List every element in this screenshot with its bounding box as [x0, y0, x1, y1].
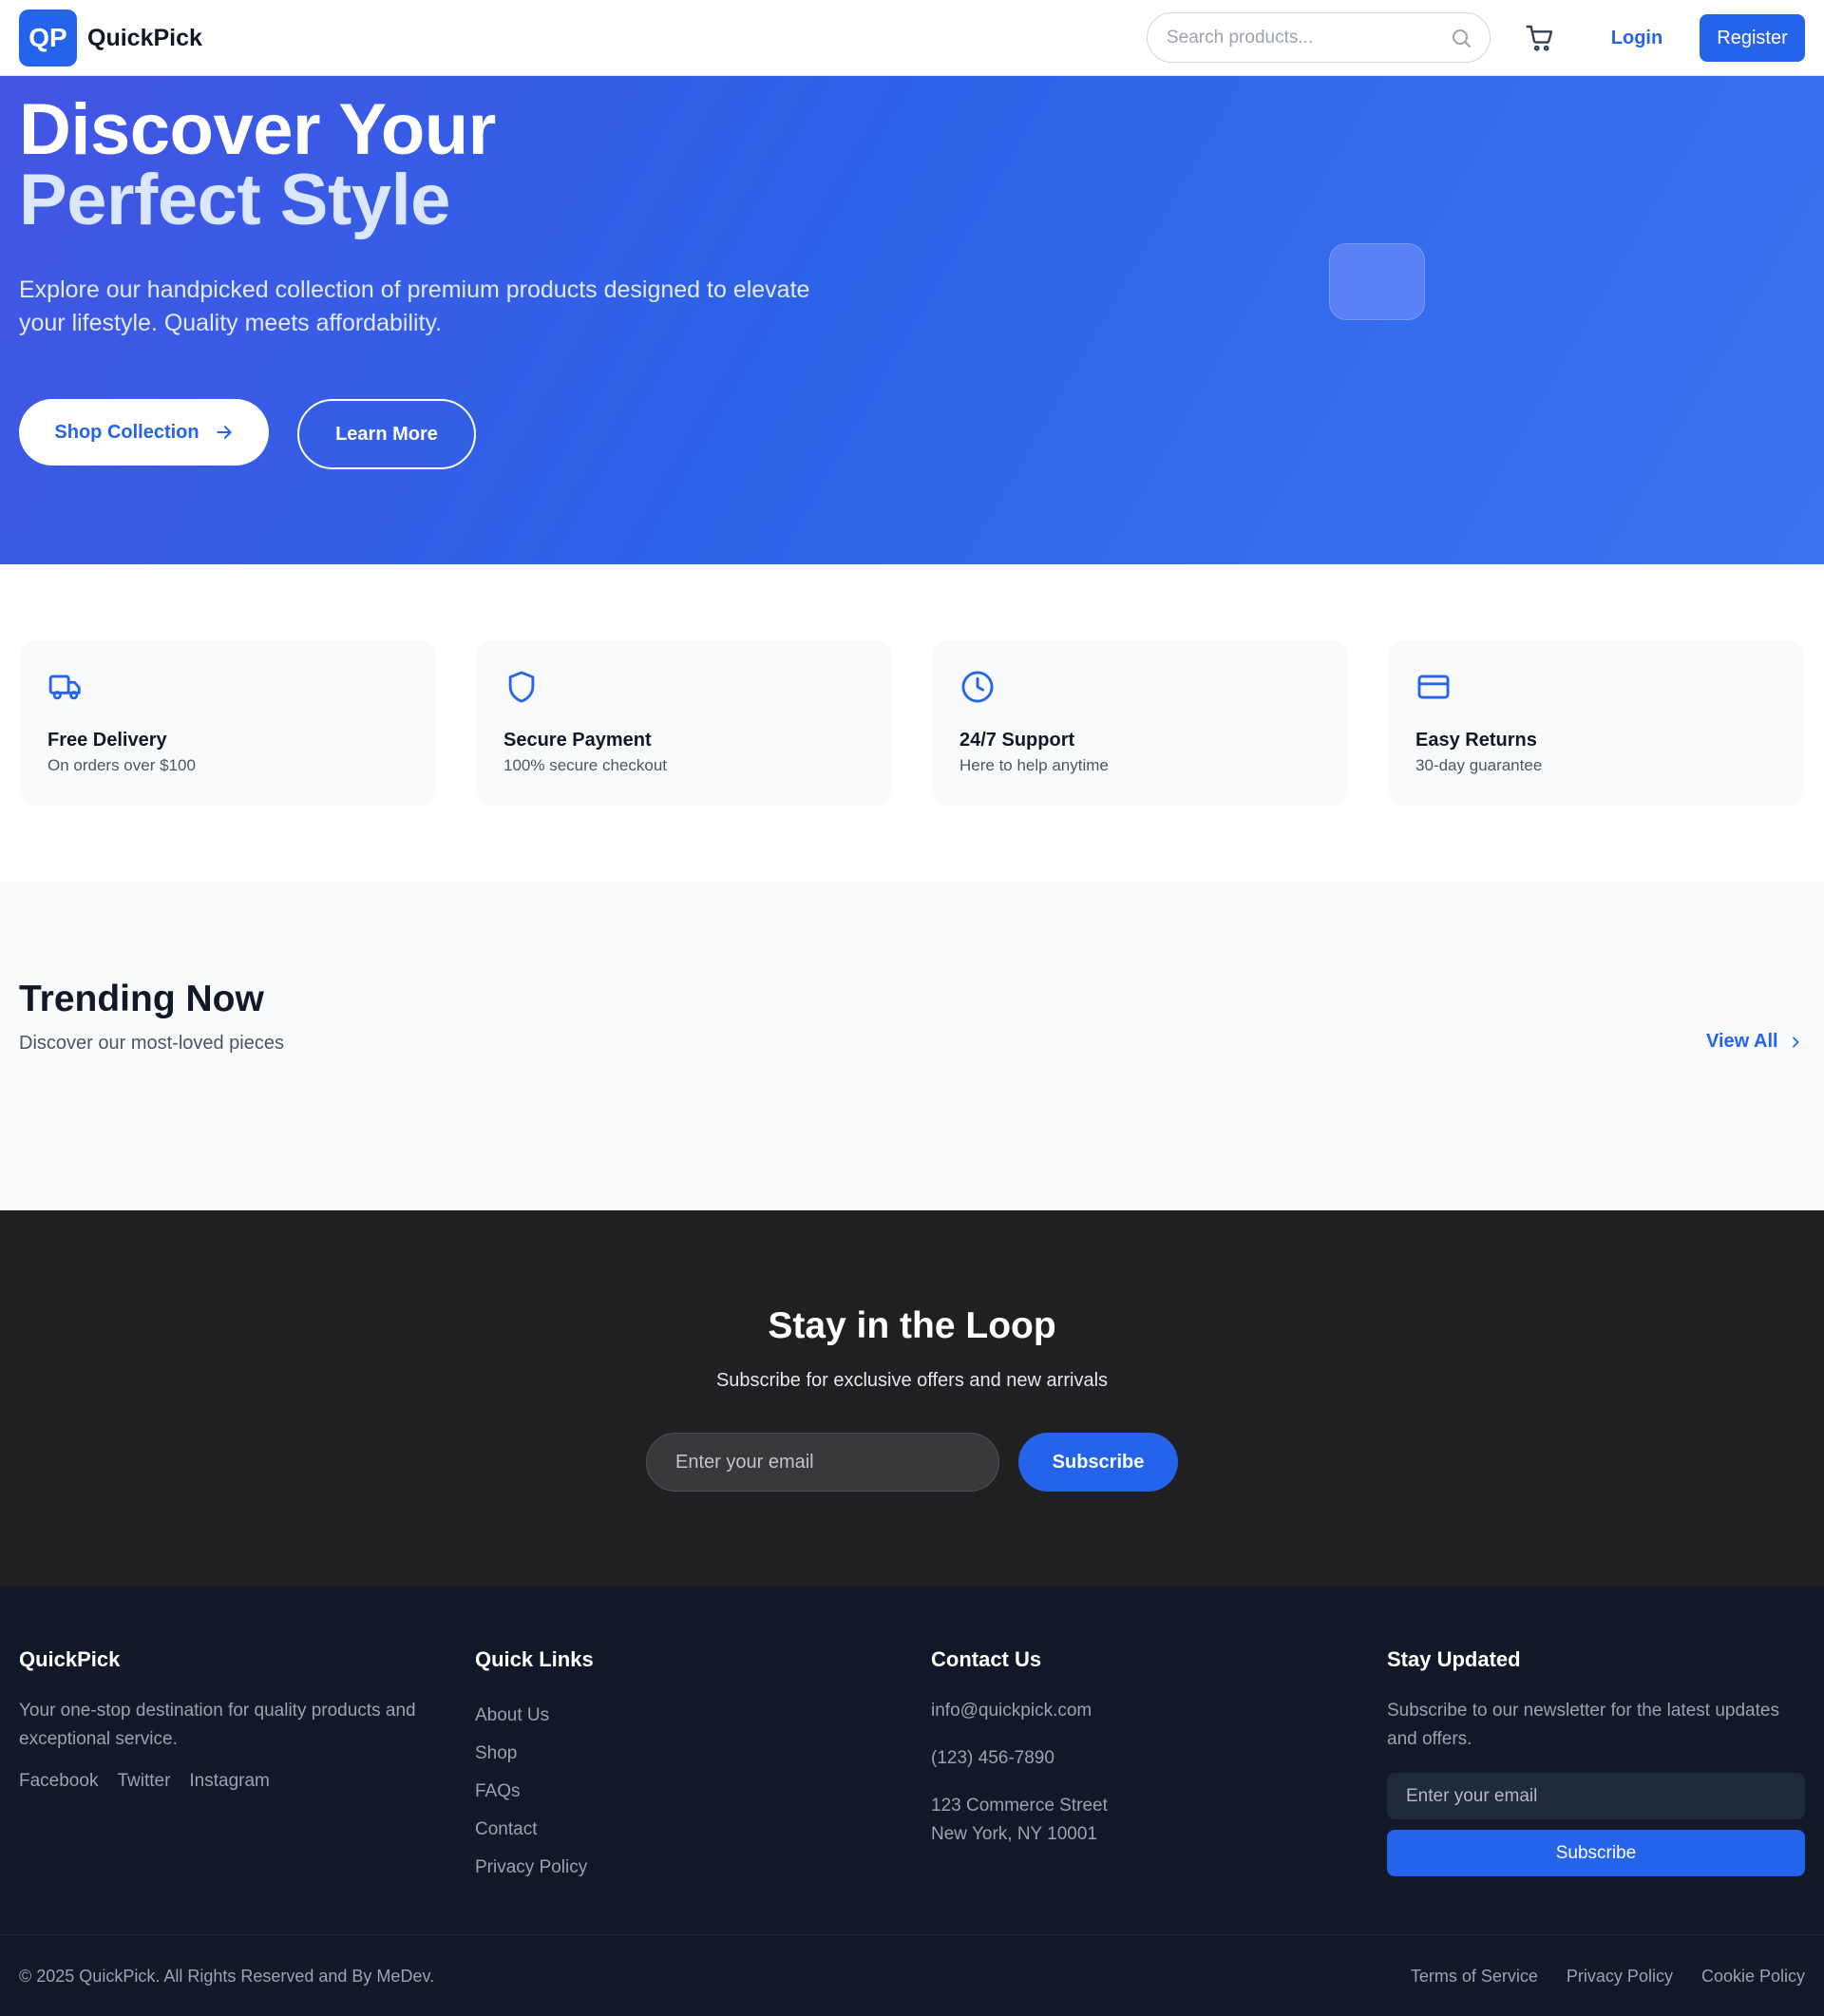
shop-collection-button[interactable]: Shop Collection — [19, 399, 269, 466]
register-button[interactable]: Register — [1700, 14, 1805, 62]
footer-updates-description: Subscribe to our newsletter for the late… — [1387, 1701, 1779, 1749]
feature-card-returns: Easy Returns 30-day guarantee — [1387, 640, 1805, 806]
search-icon[interactable] — [1450, 27, 1472, 49]
hero-title: Discover Your Perfect Style — [19, 89, 496, 240]
footer-link-shop[interactable]: Shop — [475, 1735, 893, 1773]
search-input[interactable] — [1167, 13, 1442, 62]
logo-badge: QP — [19, 10, 77, 67]
trending-subtitle: Discover our most-loved pieces — [19, 1033, 284, 1054]
contact-phone[interactable]: (123) 456-7890 — [931, 1744, 1349, 1773]
footer-link-about[interactable]: About Us — [475, 1697, 893, 1735]
newsletter-email-wrapper — [646, 1433, 999, 1492]
hero-decoration — [1329, 243, 1425, 320]
learn-more-button[interactable]: Learn More — [297, 399, 476, 469]
footer-quick-links-column: Quick Links About Us Shop FAQs Contact P… — [475, 1647, 893, 1887]
social-links: Facebook Twitter Instagram — [19, 1771, 437, 1792]
footer-brand-column: QuickPick Your one-stop destination for … — [19, 1647, 437, 1792]
footer-link-faqs[interactable]: FAQs — [475, 1773, 893, 1811]
trending-section: Trending Now Discover our most-loved pie… — [0, 882, 1824, 1210]
view-all-link[interactable]: View All — [1706, 1031, 1803, 1053]
view-all-label: View All — [1706, 1031, 1778, 1052]
privacy-policy-link[interactable]: Privacy Policy — [1567, 1967, 1673, 1987]
clock-icon — [961, 671, 994, 703]
twitter-link[interactable]: Twitter — [117, 1771, 170, 1792]
truck-icon — [48, 675, 81, 700]
footer-updates-title: Stay Updated — [1387, 1647, 1521, 1671]
features-section: Free Delivery On orders over $100 Secure… — [0, 564, 1824, 882]
footer-brand-description: Your one-stop destination for quality pr… — [19, 1701, 416, 1749]
feature-subtitle: Here to help anytime — [960, 756, 1109, 774]
chevron-right-icon — [1792, 1036, 1799, 1048]
footer-contact-title: Contact Us — [931, 1647, 1042, 1671]
footer-divider — [0, 1934, 1824, 1935]
instagram-link[interactable]: Instagram — [189, 1771, 269, 1792]
feature-subtitle: 30-day guarantee — [1416, 756, 1543, 774]
feature-card-payment: Secure Payment 100% secure checkout — [475, 640, 893, 806]
hero-section: Discover Your Perfect Style Explore our … — [0, 76, 1824, 564]
cart-icon[interactable] — [1525, 23, 1555, 53]
legal-links: Terms of Service Privacy Policy Cookie P… — [1411, 1967, 1805, 1987]
footer-email-wrapper — [1387, 1773, 1805, 1819]
copyright-text: © 2025 QuickPick. All Rights Reserved an… — [19, 1967, 435, 1986]
newsletter-subtitle: Subscribe for exclusive offers and new a… — [715, 1370, 1109, 1391]
search-bar — [1147, 12, 1491, 63]
newsletter-title: Stay in the Loop — [768, 1305, 1056, 1346]
feature-title: Free Delivery — [48, 730, 167, 751]
logo[interactable]: QP QuickPick — [19, 10, 202, 67]
feature-title: Secure Payment — [504, 730, 652, 751]
footer-brand-title: QuickPick — [19, 1647, 121, 1671]
logo-text: QuickPick — [87, 24, 202, 51]
feature-title: Easy Returns — [1416, 730, 1537, 751]
feature-title: 24/7 Support — [960, 730, 1075, 751]
arrow-right-icon — [216, 426, 232, 439]
site-footer: QuickPick Your one-stop destination for … — [0, 1587, 1824, 2016]
footer-updates-column: Stay Updated Subscribe to our newsletter… — [1387, 1647, 1805, 1876]
contact-address-line2: New York, NY 10001 — [931, 1824, 1097, 1844]
credit-card-icon — [1417, 675, 1450, 699]
contact-address-line1: 123 Commerce Street — [931, 1796, 1108, 1816]
footer-quick-links-title: Quick Links — [475, 1647, 594, 1671]
cookie-policy-link[interactable]: Cookie Policy — [1701, 1967, 1805, 1987]
footer-link-contact[interactable]: Contact — [475, 1811, 893, 1849]
footer-email-input[interactable] — [1406, 1773, 1786, 1819]
contact-email[interactable]: info@quickpick.com — [931, 1697, 1349, 1725]
site-header: QP QuickPick Login Register — [0, 0, 1824, 76]
facebook-link[interactable]: Facebook — [19, 1771, 98, 1792]
hero-title-line1: Discover Your — [19, 89, 496, 170]
hero-title-line2: Perfect Style — [19, 160, 450, 240]
feature-card-support: 24/7 Support Here to help anytime — [931, 640, 1349, 806]
feature-card-delivery: Free Delivery On orders over $100 — [19, 640, 437, 806]
shop-collection-label: Shop Collection — [54, 421, 200, 443]
newsletter-subscribe-button[interactable]: Subscribe — [1018, 1433, 1178, 1492]
shield-icon — [508, 671, 535, 703]
feature-subtitle: 100% secure checkout — [504, 756, 667, 774]
login-link[interactable]: Login — [1604, 17, 1670, 59]
terms-link[interactable]: Terms of Service — [1411, 1967, 1538, 1987]
feature-subtitle: On orders over $100 — [48, 756, 196, 774]
trending-title: Trending Now — [19, 979, 264, 1019]
footer-subscribe-button[interactable]: Subscribe — [1387, 1830, 1805, 1876]
newsletter-email-input[interactable] — [675, 1434, 979, 1491]
footer-contact-column: Contact Us info@quickpick.com (123) 456-… — [931, 1647, 1349, 1849]
newsletter-section: Stay in the Loop Subscribe for exclusive… — [0, 1210, 1824, 1587]
footer-link-privacy[interactable]: Privacy Policy — [475, 1849, 893, 1887]
hero-description: Explore our handpicked collection of pre… — [19, 276, 810, 336]
